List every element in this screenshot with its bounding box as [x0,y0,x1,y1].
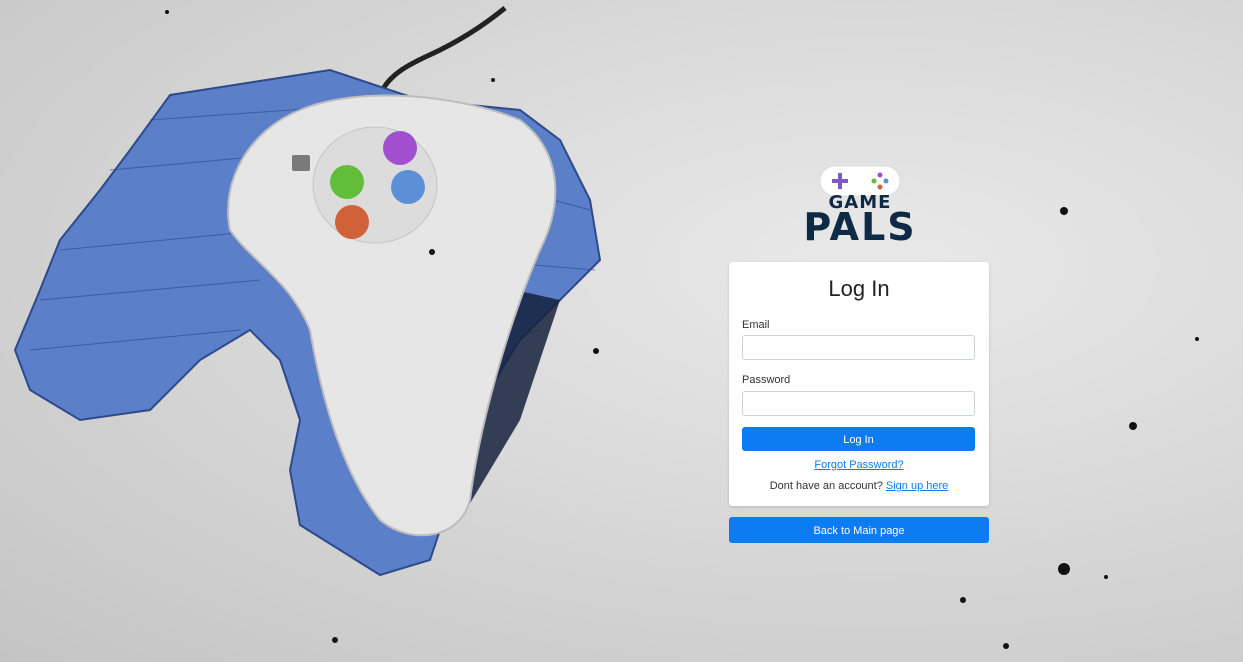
controller-illustration [13,6,1199,649]
password-field[interactable] [742,391,975,416]
login-button[interactable]: Log In [742,427,975,451]
password-label: Password [742,374,791,386]
back-to-main-button[interactable]: Back to Main page [729,517,989,543]
email-label: Email [742,319,770,331]
login-page: GAME PALS Log In Email Password Log In F… [0,0,1243,662]
login-card: Log In Email Password Log In Forgot Pass… [729,262,989,506]
login-title: Log In [828,276,890,301]
forgot-password-link[interactable]: Forgot Password? [814,459,903,471]
gamepals-logo: GAME PALS [800,160,920,252]
signup-prompt: Dont have an account? [769,480,883,492]
forgot-password-row: Forgot Password? [729,459,989,471]
logo-wordmark: GAME PALS [800,194,920,249]
logo-line2: PALS [803,205,917,249]
signup-link[interactable]: Sign up here [886,480,948,492]
signup-row: Dont have an account? Sign up here [729,480,989,492]
email-field[interactable] [742,335,975,360]
